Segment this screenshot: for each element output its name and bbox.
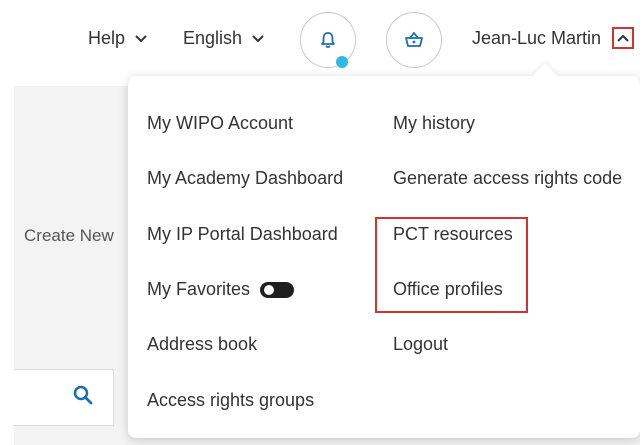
chevron-down-icon bbox=[252, 34, 264, 42]
favorites-toggle[interactable] bbox=[260, 281, 295, 298]
menu-item-my-wipo-account[interactable]: My WIPO Account bbox=[147, 113, 293, 134]
menu-item-my-history[interactable]: My history bbox=[393, 113, 475, 134]
menu-item-label: My Favorites bbox=[147, 279, 251, 299]
menu-item-generate-access-rights-code[interactable]: Generate access rights code bbox=[393, 168, 622, 189]
search-icon[interactable] bbox=[72, 384, 94, 406]
basket-button[interactable] bbox=[386, 12, 442, 68]
notification-badge bbox=[336, 56, 348, 68]
help-label: Help bbox=[88, 28, 126, 48]
menu-item-my-favorites[interactable]: My Favorites bbox=[147, 279, 295, 300]
chevron-up-icon bbox=[617, 34, 629, 42]
create-new-label[interactable]: Create New bbox=[24, 226, 114, 246]
menu-item-access-rights-groups[interactable]: Access rights groups bbox=[147, 390, 314, 411]
menu-item-my-ip-portal-dashboard[interactable]: My IP Portal Dashboard bbox=[147, 224, 338, 245]
basket-icon bbox=[405, 32, 423, 47]
user-name[interactable]: Jean-Luc Martin bbox=[472, 28, 601, 49]
menu-item-my-academy-dashboard[interactable]: My Academy Dashboard bbox=[147, 168, 343, 189]
chevron-down-icon bbox=[135, 34, 147, 42]
menu-item-logout[interactable]: Logout bbox=[393, 334, 448, 355]
language-menu[interactable]: English bbox=[183, 28, 264, 49]
language-label: English bbox=[183, 28, 243, 48]
bell-icon bbox=[321, 32, 335, 48]
help-menu[interactable]: Help bbox=[88, 28, 147, 49]
menu-item-pct-resources[interactable]: PCT resources bbox=[393, 224, 513, 245]
toggle-knob bbox=[264, 284, 275, 295]
menu-item-office-profiles[interactable]: Office profiles bbox=[393, 279, 503, 300]
search-input[interactable] bbox=[14, 369, 114, 426]
user-menu-toggle[interactable] bbox=[612, 27, 634, 49]
menu-item-address-book[interactable]: Address book bbox=[147, 334, 257, 355]
